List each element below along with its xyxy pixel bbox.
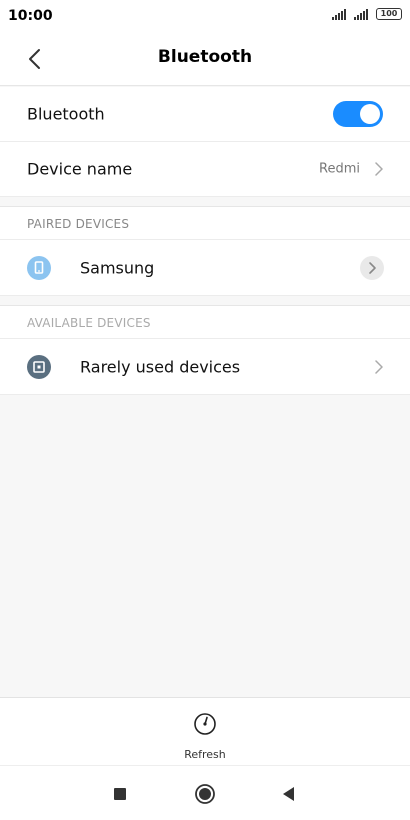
status-bar: 10:00 100 xyxy=(0,0,410,32)
signal-icon xyxy=(332,8,346,20)
device-square-icon xyxy=(27,354,51,379)
available-devices-header: AVAILABLE DEVICES xyxy=(0,305,410,339)
home-icon[interactable] xyxy=(194,783,216,805)
signal-icon xyxy=(354,8,368,20)
bottom-action-bar: Refresh xyxy=(0,697,410,765)
system-nav-bar xyxy=(0,765,410,820)
rarely-used-devices-row[interactable]: Rarely used devices xyxy=(0,339,410,395)
refresh-button[interactable]: Refresh xyxy=(165,706,245,762)
battery-icon: 100 xyxy=(376,8,402,20)
available-devices-title: AVAILABLE DEVICES xyxy=(27,316,151,330)
device-details-button[interactable] xyxy=(360,255,384,280)
device-name-label: Device name xyxy=(27,159,133,179)
refresh-gauge-icon xyxy=(194,713,216,735)
status-icons: 100 xyxy=(332,8,402,20)
bluetooth-toggle-row[interactable]: Bluetooth xyxy=(0,87,410,142)
paired-devices-title: PAIRED DEVICES xyxy=(27,217,130,231)
paired-devices-header: PAIRED DEVICES xyxy=(0,206,410,240)
device-name-value: Redmi xyxy=(319,161,360,177)
device-name-row[interactable]: Device name Redmi xyxy=(0,142,410,197)
status-time: 10:00 xyxy=(8,8,53,24)
recent-apps-icon[interactable] xyxy=(109,783,131,805)
paired-device-name: Samsung xyxy=(80,258,155,277)
switch-knob xyxy=(360,104,380,124)
page-title: Bluetooth xyxy=(157,47,253,67)
app-header: Bluetooth xyxy=(0,32,410,86)
refresh-label: Refresh xyxy=(184,748,226,761)
chevron-right-icon xyxy=(375,162,383,176)
bluetooth-label: Bluetooth xyxy=(27,104,105,124)
phone-icon xyxy=(27,255,51,280)
bluetooth-switch[interactable] xyxy=(333,101,383,127)
paired-device-row[interactable]: Samsung xyxy=(0,240,410,296)
rarely-used-devices-label: Rarely used devices xyxy=(80,357,241,376)
back-nav-icon[interactable] xyxy=(278,783,300,805)
chevron-right-icon xyxy=(375,359,383,374)
